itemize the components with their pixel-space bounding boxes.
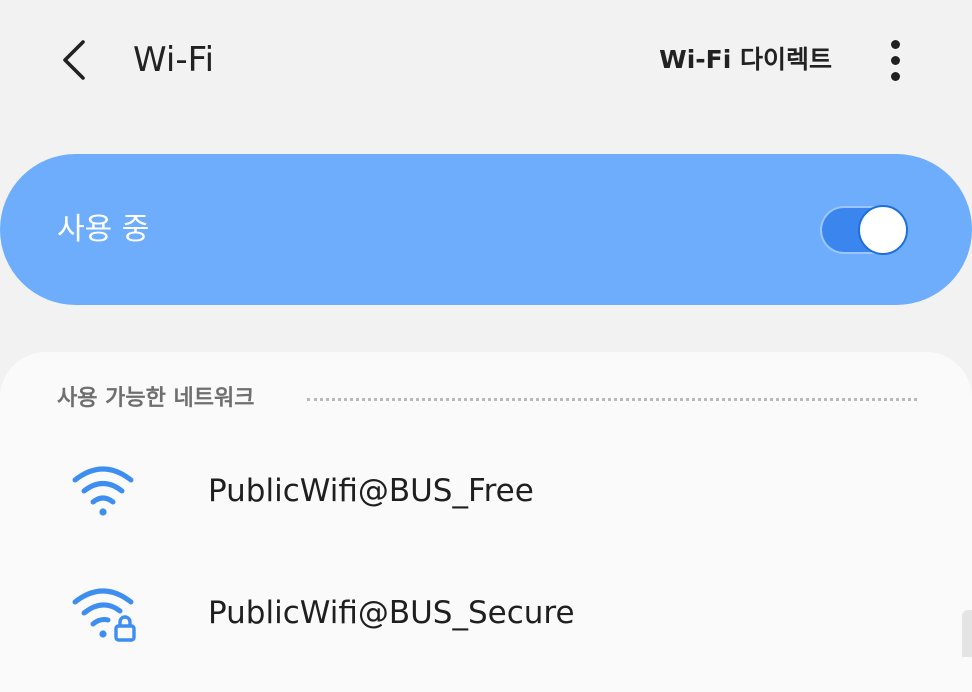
network-list-item[interactable]: PublicWifi@BUS_Secure: [0, 558, 972, 668]
network-list-item[interactable]: PublicWifi@BUS_Free: [0, 436, 972, 546]
network-name: PublicWifi@BUS_Secure: [208, 595, 575, 631]
wifi-lock-icon: [70, 586, 136, 642]
more-options-dot-icon: [891, 72, 900, 81]
more-options-button[interactable]: [876, 36, 916, 84]
wifi-direct-button[interactable]: Wi-Fi 다이렉트: [659, 40, 832, 80]
dotted-divider: [307, 398, 917, 401]
more-options-dot-icon: [891, 40, 900, 49]
available-networks-label: 사용 가능한 네트워크: [57, 386, 255, 411]
wifi-toggle[interactable]: [822, 205, 908, 255]
wifi-master-switch-card[interactable]: 사용 중: [0, 154, 972, 305]
scrollbar[interactable]: [962, 610, 972, 657]
more-options-dot-icon: [891, 56, 900, 65]
app-header: Wi-Fi Wi-Fi 다이렉트: [0, 0, 972, 120]
network-name: PublicWifi@BUS_Free: [208, 473, 534, 509]
wifi-signal-icon: [70, 464, 136, 520]
back-arrow-icon: [63, 40, 85, 80]
toggle-knob: [858, 205, 908, 255]
back-button[interactable]: [50, 34, 102, 86]
page-title: Wi-Fi: [133, 40, 215, 80]
master-switch-label: 사용 중: [57, 212, 150, 247]
section-header: 사용 가능한 네트워크: [57, 382, 917, 416]
available-networks-card: 사용 가능한 네트워크 PublicWifi@BUS_Free PublicWi…: [0, 352, 972, 692]
